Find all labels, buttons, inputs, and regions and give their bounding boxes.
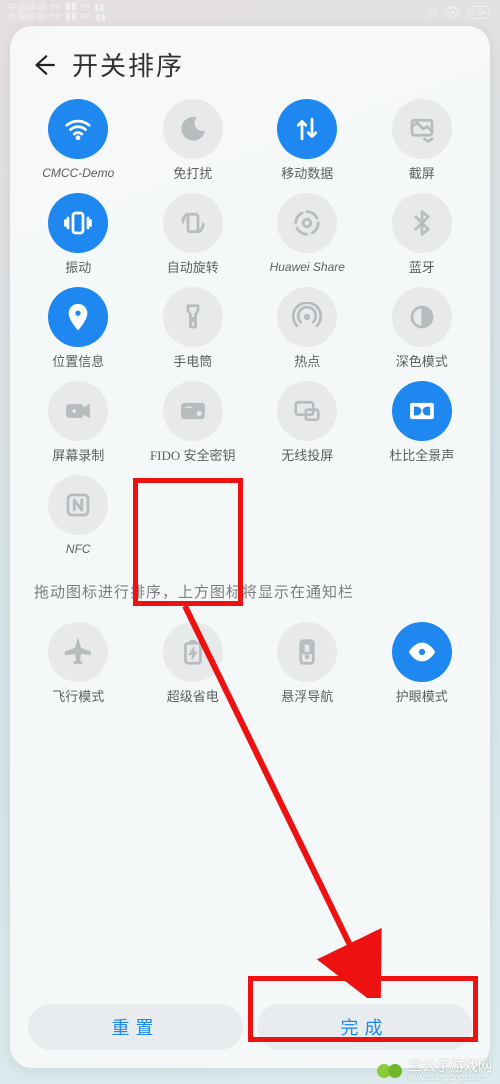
nfc-icon [48,475,108,535]
screenshot-icon [392,99,452,159]
share-icon [277,193,337,253]
sig-2: ▮▮ [65,12,77,22]
rotate-icon [163,193,223,253]
toggle-wireless-prj[interactable]: 无线投屏 [253,381,362,465]
sig-strength-1: ▮▮ [94,2,105,12]
toggle-dolby[interactable]: 杜比全景声 [368,381,477,465]
data-icon [277,99,337,159]
status-bar: 中国移动 HD ▮▮ 46 ▮▮ 中国移动 HD ▮▮ 4G ▮▮ ⏱ 👁 63… [0,0,500,22]
floatnav-icon [277,622,337,682]
toggle-label: 位置信息 [52,355,104,371]
vibrate-icon [48,193,108,253]
page-header: 开关排序 [20,42,480,95]
toggle-nfc[interactable]: NFC [24,475,133,559]
battery-icon: 63▸ [468,6,490,19]
toggle-label: 移动数据 [281,167,333,183]
toggle-label: 飞行模式 [52,690,104,706]
watermark-url: www.sangongzi.net [408,1073,492,1082]
carrier-label-1: 中国移动 [8,2,46,12]
powersave-icon [163,622,223,682]
toggle-label: NFC [66,543,91,559]
flashlight-icon [163,287,223,347]
toggle-bluetooth[interactable]: 蓝牙 [368,193,477,277]
toggle-label: 无线投屏 [281,449,333,465]
toggle-label: 振动 [65,261,91,277]
carrier-label-2: 中国移动 [8,12,46,22]
net-badge-1: 46 [79,2,92,12]
toggle-wifi[interactable]: CMCC-Demo [24,99,133,183]
hd-badge: HD [48,2,63,12]
status-right: ⏱ 👁 63▸ [426,4,490,21]
record-icon [48,381,108,441]
toggle-screen-rec[interactable]: 屏幕录制 [24,381,133,465]
toggle-fido[interactable]: FIDO 安全密钥 [139,381,248,465]
cast-icon [277,381,337,441]
extra-toggle-grid: 飞行模式 超级省电 悬浮导航 护眼模式 [20,618,480,706]
toggle-huawei-share[interactable]: Huawei Share [253,193,362,277]
toggle-dnd[interactable]: 免打扰 [139,99,248,183]
reorder-hint: 拖动图标进行排序，上方图标将显示在通知栏 [20,559,480,618]
watermark: 三公子游戏网 www.sangongzi.net [377,1059,492,1082]
page-title: 开关排序 [72,46,184,83]
hotspot-icon [277,287,337,347]
net-badge-2: 4G [79,12,93,22]
fido-icon [163,381,223,441]
done-button[interactable]: 完成 [257,1004,472,1050]
toggle-label: Huawei Share [270,261,345,277]
hd-badge-2: HD [48,12,63,22]
toggle-floating-nav[interactable]: 悬浮导航 [253,622,362,706]
toggle-label: 超级省电 [167,690,219,706]
toggle-grid: CMCC-Demo 免打扰 移动数据 截屏振动 自动旋转 Huawei Share 蓝牙位置… [20,95,480,559]
toggle-location[interactable]: 位置信息 [24,287,133,371]
settings-card: 开关排序 CMCC-Demo 免打扰 移动数据 截屏振动 自动旋转 Huawei Shar… [10,26,490,1068]
toggle-label: 杜比全景声 [389,449,454,465]
toggle-label: 蓝牙 [409,261,435,277]
wifi-icon [48,99,108,159]
back-button[interactable] [28,50,58,80]
toggle-label: 热点 [294,355,320,371]
toggle-airplane[interactable]: 飞行模式 [24,622,133,706]
toggle-label: 护眼模式 [396,690,448,706]
airplane-icon [48,622,108,682]
toggle-label: 屏幕录制 [52,449,104,465]
arrow-left-icon [30,52,56,78]
toggle-auto-rotate[interactable]: 自动旋转 [139,193,248,277]
reset-button[interactable]: 重置 [28,1004,243,1050]
toggle-screenshot[interactable]: 截屏 [368,99,477,183]
toggle-label: 深色模式 [396,355,448,371]
eye-icon: 👁 [444,4,462,21]
eye-icon [392,622,452,682]
watermark-text: 三公子游戏网 [408,1059,492,1073]
toggle-label: 免打扰 [173,167,212,183]
toggle-label: CMCC-Demo [42,167,114,183]
toggle-label: 自动旋转 [167,261,219,277]
status-carrier: 中国移动 HD ▮▮ 46 ▮▮ 中国移动 HD ▮▮ 4G ▮▮ [8,2,106,22]
dolby-icon [392,381,452,441]
toggle-eye-comfort[interactable]: 护眼模式 [368,622,477,706]
toggle-vibrate[interactable]: 振动 [24,193,133,277]
toggle-label: 悬浮导航 [281,690,333,706]
bt-icon [392,193,452,253]
location-icon [48,287,108,347]
toggle-label: FIDO 安全密钥 [150,449,236,465]
toggle-power-save[interactable]: 超级省电 [139,622,248,706]
sig-strength-2: ▮▮ [96,12,107,22]
alarm-icon: ⏱ [426,4,437,21]
toggle-label: 手电筒 [173,355,212,371]
toggle-label: 截屏 [409,167,435,183]
toggle-dark-mode[interactable]: 深色模式 [368,287,477,371]
moon-icon [163,99,223,159]
toggle-flashlight[interactable]: 手电筒 [139,287,248,371]
darkmode-icon [392,287,452,347]
toggle-hotspot[interactable]: 热点 [253,287,362,371]
button-row: 重置 完成 [20,996,480,1050]
watermark-icon [377,1064,402,1078]
toggle-mobile-data[interactable]: 移动数据 [253,99,362,183]
